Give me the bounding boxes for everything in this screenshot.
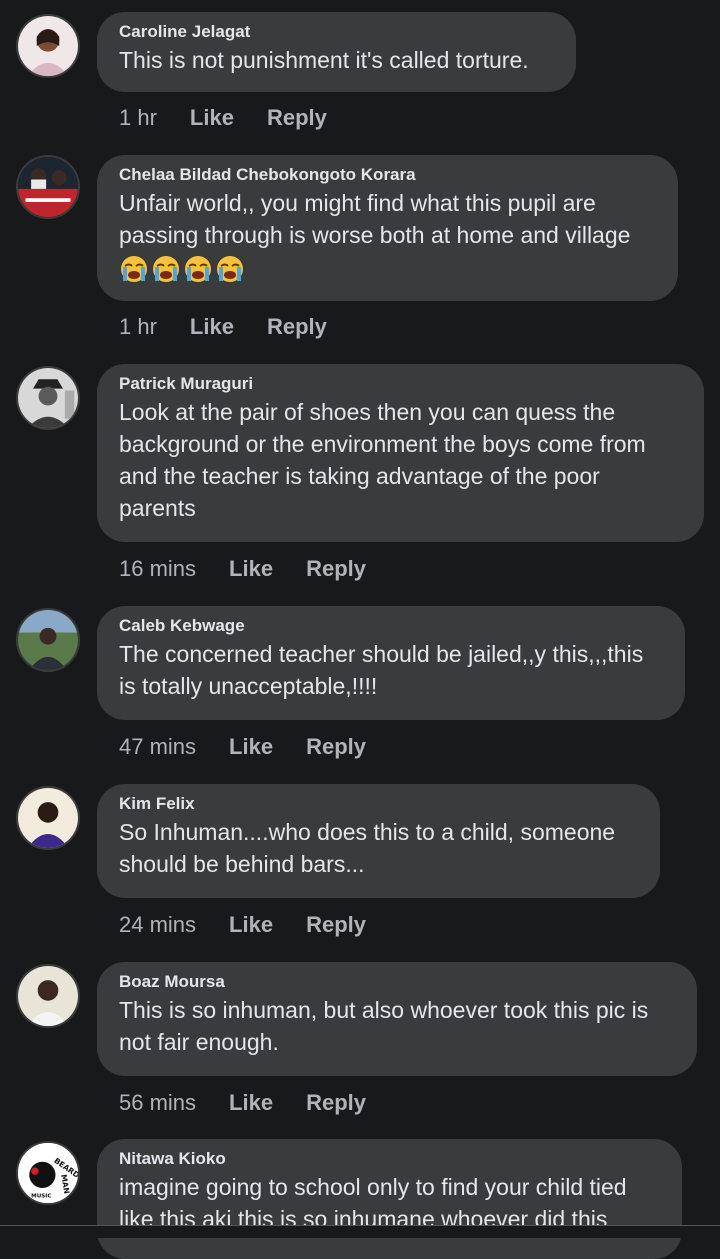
- comment-time[interactable]: 1 hr: [119, 104, 157, 132]
- avatar[interactable]: [16, 786, 80, 850]
- loudly-crying-face-icon: [121, 255, 147, 282]
- comment-author[interactable]: Chelaa Bildad Chebokongoto Korara: [119, 165, 656, 185]
- comment-actions: 1 hr Like Reply: [119, 313, 327, 341]
- comment-text: Look at the pair of shoes then you can q…: [119, 399, 646, 521]
- avatar[interactable]: [16, 155, 80, 219]
- like-button[interactable]: Like: [190, 313, 234, 341]
- svg-text:MUSIC: MUSIC: [31, 1193, 51, 1199]
- comment-bubble: Kim Felix So Inhuman....who does this to…: [97, 784, 660, 898]
- comment-bubble: Boaz Moursa This is so inhuman, but also…: [97, 962, 697, 1076]
- comment-actions: 1 hr Like Reply: [119, 104, 327, 132]
- like-button[interactable]: Like: [229, 1089, 273, 1117]
- avatar[interactable]: [16, 14, 80, 78]
- reply-button[interactable]: Reply: [267, 104, 327, 132]
- comment-text: The concerned teacher should be jailed,,…: [119, 641, 644, 699]
- comment-author[interactable]: Caleb Kebwage: [119, 616, 663, 636]
- divider: [0, 1225, 720, 1226]
- comment-bubble: Chelaa Bildad Chebokongoto Korara Unfair…: [97, 155, 678, 301]
- comment-actions: 56 mins Like Reply: [119, 1089, 366, 1117]
- comment-text-body: Unfair world,, you might find what this …: [119, 190, 631, 248]
- loudly-crying-face-icon: [217, 255, 243, 282]
- avatar[interactable]: BEARD MAN MUSIC: [16, 1141, 80, 1205]
- like-button[interactable]: Like: [190, 104, 234, 132]
- like-button[interactable]: Like: [229, 733, 273, 761]
- comment-time[interactable]: 1 hr: [119, 313, 157, 341]
- comment-actions: 24 mins Like Reply: [119, 911, 366, 939]
- comment-time[interactable]: 47 mins: [119, 733, 196, 761]
- avatar[interactable]: [16, 366, 80, 430]
- comment-actions: 47 mins Like Reply: [119, 733, 366, 761]
- emoji-group: [119, 254, 245, 284]
- comment-author[interactable]: Patrick Muraguri: [119, 374, 682, 394]
- comment-author[interactable]: Boaz Moursa: [119, 972, 675, 992]
- loudly-crying-face-icon: [153, 255, 179, 282]
- reply-button[interactable]: Reply: [267, 313, 327, 341]
- avatar[interactable]: [16, 964, 80, 1028]
- like-button[interactable]: Like: [229, 555, 273, 583]
- loudly-crying-face-icon: [185, 255, 211, 282]
- comment-bubble: Patrick Muraguri Look at the pair of sho…: [97, 364, 704, 542]
- comment-text: Unfair world,, you might find what this …: [119, 187, 656, 284]
- comment-author[interactable]: Kim Felix: [119, 794, 638, 814]
- reply-button[interactable]: Reply: [306, 555, 366, 583]
- comment-bubble: Caleb Kebwage The concerned teacher shou…: [97, 606, 685, 720]
- comment-author[interactable]: Nitawa Kioko: [119, 1149, 660, 1169]
- screen-bottom-edge: [0, 1225, 720, 1238]
- comment-author[interactable]: Caroline Jelagat: [119, 22, 554, 42]
- comment-bubble: Caroline Jelagat This is not punishment …: [97, 12, 576, 92]
- comment-text: So Inhuman....who does this to a child, …: [119, 819, 616, 877]
- reply-button[interactable]: Reply: [306, 911, 366, 939]
- comment-text: This is not punishment it's called tortu…: [119, 47, 529, 73]
- comment-bubble: Nitawa Kioko imagine going to school onl…: [97, 1139, 682, 1259]
- like-button[interactable]: Like: [229, 911, 273, 939]
- comment-time[interactable]: 24 mins: [119, 911, 196, 939]
- comment-actions: 16 mins Like Reply: [119, 555, 366, 583]
- reply-button[interactable]: Reply: [306, 733, 366, 761]
- avatar[interactable]: [16, 608, 80, 672]
- comment-time[interactable]: 16 mins: [119, 555, 196, 583]
- beard-man-music-logo: BEARD MAN MUSIC: [18, 1143, 78, 1203]
- reply-button[interactable]: Reply: [306, 1089, 366, 1117]
- comment-time[interactable]: 56 mins: [119, 1089, 196, 1117]
- comment-text: This is so inhuman, but also whoever too…: [119, 997, 649, 1055]
